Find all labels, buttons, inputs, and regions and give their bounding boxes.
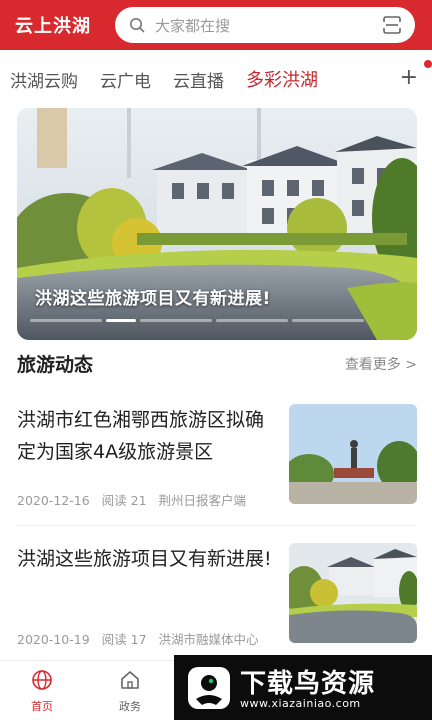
channel-tabs: 洪湖云购 云广电 云直播 多彩洪湖 + xyxy=(0,50,432,108)
nav-home[interactable]: 首页 xyxy=(12,669,72,714)
add-channel-button[interactable]: + xyxy=(400,67,418,89)
news-title[interactable]: 洪湖这些旅游项目又有新进展! xyxy=(17,543,275,575)
nav-label: 政务 xyxy=(119,700,141,713)
carousel-indicator[interactable] xyxy=(140,319,212,322)
search-bar[interactable]: 大家都在搜 xyxy=(115,7,415,43)
news-thumbnail[interactable] xyxy=(289,543,417,643)
banner-title: 洪湖这些旅游项目又有新进展! xyxy=(35,289,271,309)
news-source: 荆州日报客户端 xyxy=(158,493,247,508)
news-source: 洪湖市融媒体中心 xyxy=(158,632,259,647)
news-date: 2020-12-16 xyxy=(17,493,90,508)
section-title: 旅游动态 xyxy=(17,354,94,376)
carousel-indicator[interactable] xyxy=(292,319,364,322)
app-logo: 云上洪湖 xyxy=(15,16,91,37)
home-icon xyxy=(121,671,139,689)
notification-dot xyxy=(424,60,432,68)
search-input[interactable]: 大家都在搜 xyxy=(155,15,230,36)
carousel-indicator[interactable] xyxy=(216,319,288,322)
news-thumbnail[interactable] xyxy=(289,404,417,504)
app-header: 云上洪湖 大家都在搜 xyxy=(0,0,432,50)
news-reads: 阅读 21 xyxy=(101,493,147,508)
watermark: 下载鸟资源 www.xiazainiao.com xyxy=(174,655,432,720)
news-reads: 阅读 17 xyxy=(101,632,147,647)
carousel-indicator-active[interactable] xyxy=(106,319,136,322)
search-icon xyxy=(130,18,145,33)
banner-carousel[interactable]: 洪湖这些旅游项目又有新进展! xyxy=(17,108,417,340)
divider xyxy=(17,525,417,526)
watermark-url: www.xiazainiao.com xyxy=(240,697,361,710)
news-title[interactable]: 洪湖市红色湘鄂西旅游区拟确定为国家4A级旅游景区 xyxy=(17,404,275,468)
nav-government[interactable]: 政务 xyxy=(100,669,160,714)
section-header: 旅游动态 查看更多 > xyxy=(17,348,417,378)
tab-yunzhibo[interactable]: 云直播 xyxy=(173,67,224,92)
news-item[interactable]: 洪湖市红色湘鄂西旅游区拟确定为国家4A级旅游景区 2020-12-16 阅读 2… xyxy=(17,404,417,524)
bird-logo-icon xyxy=(188,667,230,709)
news-meta: 2020-10-19 阅读 17 洪湖市融媒体中心 xyxy=(17,629,267,648)
globe-icon xyxy=(32,670,52,690)
nav-label: 首页 xyxy=(31,700,53,713)
news-date: 2020-10-19 xyxy=(17,632,90,647)
tab-yunguangdian[interactable]: 云广电 xyxy=(100,67,151,92)
tab-yungou[interactable]: 洪湖云购 xyxy=(10,67,78,92)
news-meta: 2020-12-16 阅读 21 荆州日报客户端 xyxy=(17,490,254,509)
news-item[interactable]: 洪湖这些旅游项目又有新进展! 2020-10-19 阅读 17 洪湖市融媒体中心 xyxy=(17,543,417,663)
tab-duocai-honghu[interactable]: 多彩洪湖 xyxy=(246,66,318,92)
watermark-text: 下载鸟资源 xyxy=(240,669,376,699)
carousel-indicators xyxy=(30,319,364,322)
scan-icon[interactable] xyxy=(383,16,401,34)
view-more-link[interactable]: 查看更多 > xyxy=(345,354,417,374)
carousel-indicator[interactable] xyxy=(30,319,102,322)
